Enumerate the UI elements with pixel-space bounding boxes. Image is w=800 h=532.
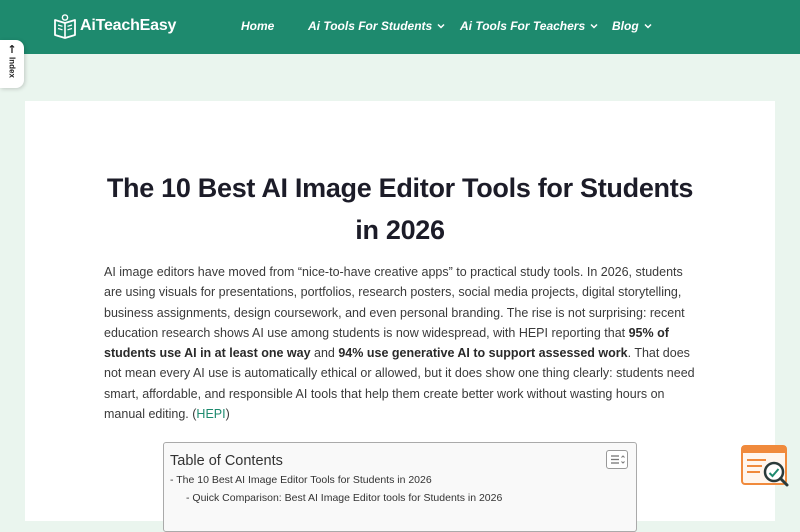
nav-item-label: Home <box>241 19 275 33</box>
site-logo[interactable]: AiTeachEasy <box>53 13 176 39</box>
intro-text: ) <box>225 407 230 422</box>
nav-item-ai-tools-students[interactable]: Ai Tools For Students <box>308 19 445 33</box>
index-tab-label: Index <box>7 57 17 78</box>
brand-name: AiTeachEasy <box>80 17 177 34</box>
search-widget-button[interactable] <box>740 444 792 490</box>
toc-title: Table of Contents <box>170 453 283 469</box>
toc-toggle-button[interactable] <box>606 450 628 469</box>
index-tab[interactable]: ↑ Index <box>0 40 24 88</box>
intro-text: and <box>310 346 339 361</box>
nav-item-label: Blog <box>612 19 639 33</box>
article-intro: AI image editors have moved from “nice-t… <box>104 262 696 424</box>
intro-text: AI image editors have moved from “nice-t… <box>104 265 685 340</box>
open-book-icon <box>54 14 76 39</box>
toc-item[interactable]: - The 10 Best AI Image Editor Tools for … <box>170 474 432 486</box>
article-title: The 10 Best AI Image Editor Tools for St… <box>106 173 694 245</box>
chevron-down-icon <box>437 23 445 29</box>
article-card: The 10 Best AI Image Editor Tools for St… <box>25 101 775 532</box>
chevron-down-icon <box>644 23 652 29</box>
arrow-up-icon: ↑ <box>7 43 17 56</box>
toc-item[interactable]: - Quick Comparison: Best AI Image Editor… <box>186 492 502 504</box>
list-toggle-icon <box>611 455 625 464</box>
chevron-down-icon <box>590 23 598 29</box>
nav-item-label: Ai Tools For Teachers <box>460 19 586 33</box>
hepi-link[interactable]: HEPI <box>196 407 225 421</box>
nav-item-blog[interactable]: Blog <box>612 19 652 33</box>
nav-item-home[interactable]: Home <box>241 19 274 33</box>
intro-highlight: 94% use generative AI to support assesse… <box>338 346 628 361</box>
nav-item-label: Ai Tools For Students <box>308 19 433 33</box>
nav-item-ai-tools-teachers[interactable]: Ai Tools For Teachers <box>460 19 598 33</box>
table-of-contents: Table of Contents - The 10 Best AI Image… <box>163 442 637 532</box>
search-magnifier-icon <box>741 445 789 487</box>
site-header: AiTeachEasy Home Ai Tools For Students A… <box>0 0 800 54</box>
